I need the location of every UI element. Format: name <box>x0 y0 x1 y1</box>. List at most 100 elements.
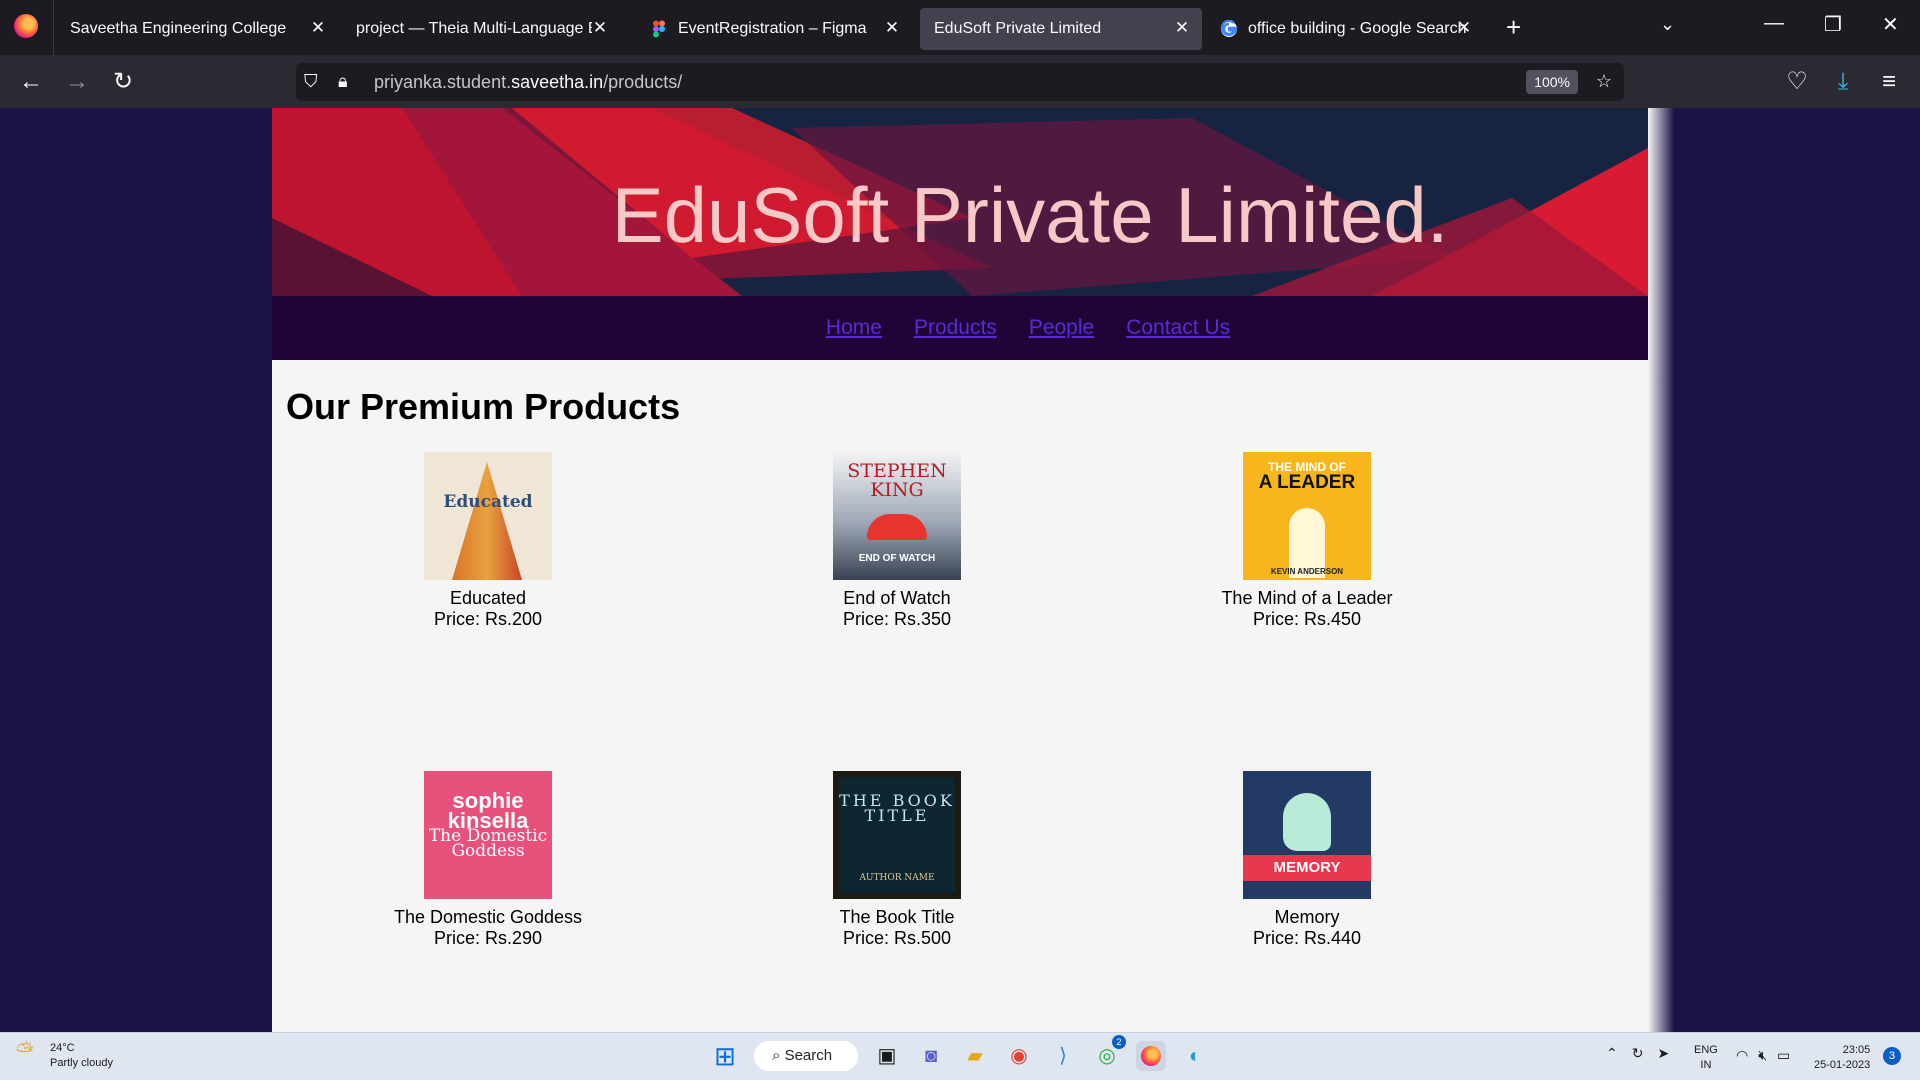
reload-icon[interactable]: ↻ <box>108 67 138 97</box>
nav-link-people[interactable]: People <box>1029 316 1094 340</box>
wifi-icon: ◠ <box>1736 1047 1749 1063</box>
head-graphic <box>1283 793 1331 851</box>
umbrella-graphic <box>867 514 927 540</box>
teams-chat-icon[interactable]: ◙ <box>916 1041 946 1071</box>
product-card[interactable]: MEMORY Memory Price: Rs.440 <box>1157 771 1457 949</box>
firefox-logo-icon[interactable] <box>14 14 38 38</box>
tab-title: EduSoft Private Limited <box>934 20 1102 37</box>
shield-icon[interactable]: ⛉ <box>304 71 318 92</box>
close-icon[interactable]: ✕ <box>882 18 902 38</box>
system-status[interactable]: ◠ 🔇︎ ▭ <box>1736 1047 1790 1064</box>
weather-widget[interactable]: ⛅︎ 24°C Partly cloudy <box>16 1040 113 1071</box>
taskbar-search[interactable]: ⌕ Search <box>754 1041 858 1071</box>
notification-badge[interactable]: 3 <box>1883 1047 1901 1065</box>
cover-author: KEVIN ANDERSON <box>1270 567 1344 576</box>
product-name: Educated <box>449 588 527 608</box>
nav-link-contact-us[interactable]: Contact Us <box>1126 316 1230 340</box>
address-bar[interactable]: ⛉ 🔒︎ priyanka.student.saveetha.in/produc… <box>296 63 1624 101</box>
tab-title: project — Theia Multi-Language Exa <box>356 20 592 37</box>
close-window-icon[interactable]: ✕ <box>1882 12 1899 37</box>
star-icon[interactable]: ☆ <box>1596 71 1612 92</box>
figma-icon <box>650 20 668 38</box>
edge-icon[interactable]: ◐ <box>1180 1041 1210 1071</box>
download-icon[interactable]: ⤓ <box>1828 67 1858 97</box>
section-title: Our Premium Products <box>286 386 681 427</box>
battery-icon: ▭ <box>1777 1047 1791 1063</box>
taskbar: ⛅︎ 24°C Partly cloudy ⊞ ⌕ Search ▣ ◙ ▰ ◉… <box>0 1032 1920 1080</box>
product-price: Price: Rs.440 <box>1252 928 1362 948</box>
new-tab-button[interactable]: + <box>1506 14 1521 40</box>
close-icon[interactable]: ✕ <box>1172 18 1192 38</box>
whatsapp-badge: 2 <box>1112 1035 1126 1049</box>
weather-condition: Partly cloudy <box>50 1057 113 1069</box>
product-name: The Domestic Goddess <box>393 907 583 927</box>
product-card[interactable]: sophie kinsella The Domestic Goddess The… <box>338 771 638 949</box>
product-name: The Mind of a Leader <box>1221 588 1393 608</box>
chevron-up-icon[interactable]: ⌃ <box>1606 1045 1618 1062</box>
minimize-icon[interactable]: — <box>1764 12 1784 35</box>
product-price: Price: Rs.350 <box>842 609 952 629</box>
product-card[interactable]: THE BOOK TITLE AUTHOR NAME The Book Titl… <box>747 771 1047 949</box>
url-path: /products/ <box>603 72 683 92</box>
sync-icon[interactable]: ↻ <box>1632 1045 1644 1062</box>
tab-saveetha[interactable]: Saveetha Engineering College ✕ <box>56 8 338 50</box>
product-price: Price: Rs.500 <box>842 928 952 948</box>
nav-link-products[interactable]: Products <box>914 316 997 340</box>
close-icon[interactable]: ✕ <box>1454 18 1474 38</box>
tab-edusoft[interactable]: EduSoft Private Limited ✕ <box>920 8 1202 50</box>
task-view-icon[interactable]: ▣ <box>872 1041 902 1071</box>
cover-title: END OF WATCH <box>858 553 936 564</box>
pencil-graphic <box>452 462 522 580</box>
forward-arrow-icon[interactable]: → <box>62 67 92 97</box>
google-icon <box>1220 19 1238 38</box>
firefox-icon[interactable] <box>1136 1041 1166 1071</box>
browser-tab-bar: Saveetha Engineering College ✕ project —… <box>0 0 1920 55</box>
book-cover-image[interactable]: sophie kinsella The Domestic Goddess <box>424 771 552 899</box>
windows-start-icon[interactable]: ⊞ <box>710 1041 740 1071</box>
send-icon[interactable]: ➤ <box>1657 1045 1669 1062</box>
cover-author: AUTHOR NAME <box>859 873 935 883</box>
site-nav: Home Products People Contact Us <box>272 296 1648 360</box>
chevron-down-icon[interactable]: ⌄ <box>1660 14 1675 35</box>
tab-figma[interactable]: EventRegistration – Figma ✕ <box>636 8 912 50</box>
tab-title: Saveetha Engineering College <box>70 20 287 37</box>
clock[interactable]: 23:05 25-01-2023 <box>1814 1043 1870 1073</box>
book-cover-image[interactable]: Educated <box>424 452 552 580</box>
cover-title: A LEADER <box>1258 472 1356 493</box>
lock-icon[interactable]: 🔒︎ <box>338 71 348 92</box>
tab-google-search[interactable]: office building - Google Search ✕ <box>1206 8 1484 50</box>
book-cover-image[interactable]: THE MIND OF A LEADER KEVIN ANDERSON <box>1243 452 1371 580</box>
back-arrow-icon[interactable]: ← <box>16 67 46 97</box>
tab-theia[interactable]: project — Theia Multi-Language Exa ✕ <box>342 8 620 50</box>
product-card[interactable]: THE MIND OF A LEADER KEVIN ANDERSON The … <box>1157 452 1457 630</box>
url-domain: saveetha.in <box>511 72 604 92</box>
product-card[interactable]: STEPHEN KING END OF WATCH End of Watch P… <box>747 452 1047 630</box>
region-code: IN <box>1700 1059 1712 1071</box>
close-icon[interactable]: ✕ <box>308 18 328 38</box>
book-cover-image[interactable]: THE BOOK TITLE AUTHOR NAME <box>833 771 961 899</box>
tab-separator <box>53 0 54 55</box>
vscode-icon[interactable]: ⟩ <box>1048 1041 1078 1071</box>
file-explorer-icon[interactable]: ▰ <box>960 1041 990 1071</box>
restore-icon[interactable]: ❐ <box>1824 12 1842 37</box>
tab-title: office building - Google Search <box>1248 20 1467 37</box>
url-text[interactable]: priyanka.student.saveetha.in/products/ <box>374 72 682 93</box>
language-indicator[interactable]: ENG IN <box>1694 1043 1718 1073</box>
cover-author: STEPHEN KING <box>847 460 947 501</box>
page-edge-shadow <box>1648 108 1674 1032</box>
whatsapp-icon[interactable]: ◎ 2 <box>1092 1035 1126 1071</box>
taskbar-apps: ⊞ ⌕ Search ▣ ◙ ▰ ◉ ⟩ ◎ 2 ◐ <box>710 1035 1210 1071</box>
product-card[interactable]: Educated Educated Price: Rs.200 <box>338 452 638 630</box>
zoom-level[interactable]: 100% <box>1526 70 1578 94</box>
date: 25-01-2023 <box>1814 1059 1871 1071</box>
cover-title: Educated <box>443 492 533 512</box>
cover-author: sophie kinsella <box>447 788 529 833</box>
close-icon[interactable]: ✕ <box>590 18 610 38</box>
book-cover-image[interactable]: STEPHEN KING END OF WATCH <box>833 452 961 580</box>
nav-link-home[interactable]: Home <box>826 316 882 340</box>
menu-icon[interactable]: ≡ <box>1874 67 1904 97</box>
chrome-icon[interactable]: ◉ <box>1004 1041 1034 1071</box>
web-page: EduSoft Private Limited. Home Products P… <box>272 108 1648 1032</box>
pocket-icon[interactable]: ♡ <box>1782 67 1812 97</box>
book-cover-image[interactable]: MEMORY <box>1243 771 1371 899</box>
